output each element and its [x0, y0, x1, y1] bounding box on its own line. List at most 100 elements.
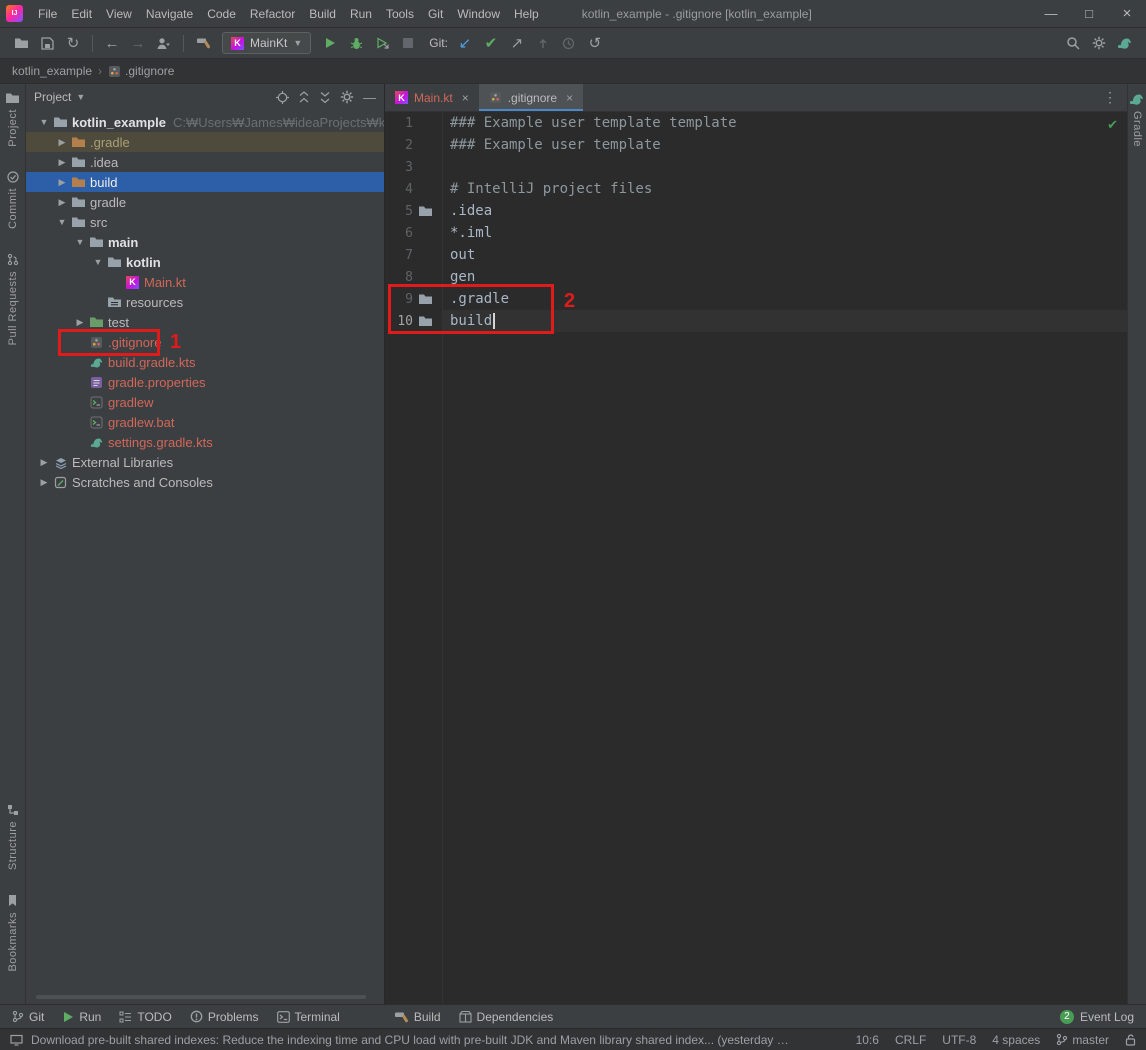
code-line-2[interactable]: ### Example user template [443, 134, 1127, 156]
project-panel-title[interactable]: Project [34, 90, 71, 104]
tool-window-button-git[interactable]: Git [12, 1010, 44, 1024]
tool-window-button-todo[interactable]: TODO [119, 1010, 171, 1024]
save-all-icon[interactable] [34, 31, 60, 55]
expand-arrow-icon[interactable]: ▶ [36, 477, 52, 488]
sync-icon[interactable]: ↻ [60, 31, 86, 55]
tree-row-gradlew[interactable]: gradlew [26, 392, 384, 412]
open-folder-icon[interactable] [8, 31, 34, 55]
tree-row--gitignore[interactable]: .gitignore [26, 332, 384, 352]
breadcrumb-item[interactable]: kotlin_example [12, 64, 92, 78]
code-area[interactable]: ### Example user template template### Ex… [443, 112, 1127, 1004]
close-button[interactable]: × [1108, 0, 1146, 28]
menu-run[interactable]: Run [343, 0, 379, 28]
project-scrollbar[interactable] [36, 995, 366, 999]
expand-arrow-icon[interactable]: ▶ [54, 137, 70, 148]
editor-body[interactable]: 12345678910 ### Example user template te… [385, 112, 1127, 1004]
run-configuration-select[interactable]: K MainKt ▼ [222, 32, 311, 54]
tree-row-main[interactable]: ▼main [26, 232, 384, 252]
tree-row-settings-gradle-kts[interactable]: settings.gradle.kts [26, 432, 384, 452]
update-project-icon[interactable]: ↙ [452, 31, 478, 55]
code-line-8[interactable]: gen [443, 266, 1127, 288]
code-line-7[interactable]: out [443, 244, 1127, 266]
expand-arrow-icon[interactable]: ▶ [72, 317, 88, 328]
tab-close-icon[interactable]: × [462, 91, 469, 105]
expand-arrow-icon[interactable]: ▼ [54, 217, 70, 227]
menu-help[interactable]: Help [507, 0, 546, 28]
rollback-icon[interactable]: ↺ [582, 31, 608, 55]
code-line-10[interactable]: build [443, 310, 1127, 332]
menu-file[interactable]: File [31, 0, 64, 28]
back-icon[interactable]: ← [99, 31, 125, 55]
tree-row-test[interactable]: ▶test [26, 312, 384, 332]
profile-icon[interactable] [151, 31, 177, 55]
run-icon[interactable] [317, 31, 343, 55]
tree-row-external-libraries[interactable]: ▶External Libraries [26, 452, 384, 472]
tab-close-icon[interactable]: × [566, 91, 573, 105]
code-line-9[interactable]: .gradle [443, 288, 1127, 310]
menu-code[interactable]: Code [200, 0, 243, 28]
tool-window-button-problems[interactable]: Problems [190, 1010, 259, 1024]
settings-gear-icon[interactable] [1086, 31, 1112, 55]
inspections-ok-icon[interactable]: ✔ [1107, 117, 1118, 133]
tool-stripe-button-gradle[interactable]: Gradle [1129, 92, 1145, 147]
breadcrumb-item[interactable]: .gitignore [108, 64, 174, 78]
tree-row-scratches-and-consoles[interactable]: ▶Scratches and Consoles [26, 472, 384, 492]
commit-check-icon[interactable]: ✔ [478, 31, 504, 55]
tabs-more-icon[interactable]: ⋮ [1093, 84, 1127, 111]
menu-git[interactable]: Git [421, 0, 450, 28]
hide-panel-icon[interactable]: — [363, 90, 376, 105]
code-line-1[interactable]: ### Example user template template [443, 112, 1127, 134]
status-message[interactable]: Download pre-built shared indexes: Reduc… [31, 1031, 791, 1048]
gradle-icon[interactable] [1112, 31, 1138, 55]
locate-icon[interactable] [276, 91, 289, 104]
expand-all-icon[interactable] [298, 91, 310, 104]
menu-tools[interactable]: Tools [379, 0, 421, 28]
menu-refactor[interactable]: Refactor [243, 0, 302, 28]
history-icon[interactable] [556, 31, 582, 55]
menu-navigate[interactable]: Navigate [139, 0, 200, 28]
collapse-all-icon[interactable] [319, 91, 331, 104]
tree-row-gradle-properties[interactable]: gradle.properties [26, 372, 384, 392]
code-line-6[interactable]: *.iml [443, 222, 1127, 244]
debug-icon[interactable] [343, 31, 369, 55]
minimize-button[interactable]: — [1032, 0, 1070, 28]
indent-setting[interactable]: 4 spaces [992, 1033, 1040, 1047]
hammer-icon[interactable] [190, 31, 216, 55]
tree-row--gradle[interactable]: ▶.gradle [26, 132, 384, 152]
event-log-button[interactable]: 2 Event Log [1060, 1010, 1134, 1024]
menu-edit[interactable]: Edit [64, 0, 99, 28]
coverage-icon[interactable] [369, 31, 395, 55]
tree-row-resources[interactable]: resources [26, 292, 384, 312]
maximize-button[interactable]: □ [1070, 0, 1108, 28]
tree-row-build[interactable]: ▶build [26, 172, 384, 192]
tool-window-button-terminal[interactable]: Terminal [277, 1010, 340, 1024]
expand-arrow-icon[interactable]: ▶ [54, 177, 70, 188]
caret-position[interactable]: 10:6 [856, 1033, 879, 1047]
expand-arrow-icon[interactable]: ▼ [90, 257, 106, 267]
tab--gitignore[interactable]: .gitignore× [479, 84, 583, 111]
tree-row--idea[interactable]: ▶.idea [26, 152, 384, 172]
expand-arrow-icon[interactable]: ▶ [36, 457, 52, 468]
forward-icon[interactable]: → [125, 31, 151, 55]
menu-window[interactable]: Window [450, 0, 507, 28]
unshelve-icon[interactable] [530, 31, 556, 55]
code-line-4[interactable]: # IntelliJ project files [443, 178, 1127, 200]
settings-gear-icon[interactable] [340, 90, 354, 104]
tab-main-kt[interactable]: KMain.kt× [385, 84, 479, 111]
tool-window-button-build[interactable]: Build [394, 1010, 441, 1024]
tool-stripe-button-bookmarks[interactable]: Bookmarks [7, 894, 19, 972]
tree-row-gradle[interactable]: ▶gradle [26, 192, 384, 212]
code-line-5[interactable]: .idea [443, 200, 1127, 222]
tree-row-main-kt[interactable]: KMain.kt [26, 272, 384, 292]
menu-view[interactable]: View [99, 0, 139, 28]
tool-stripe-button-pull-requests[interactable]: Pull Requests [7, 253, 19, 345]
expand-arrow-icon[interactable]: ▶ [54, 157, 70, 168]
code-line-3[interactable] [443, 156, 1127, 178]
tree-row-src[interactable]: ▼src [26, 212, 384, 232]
stop-icon[interactable] [395, 31, 421, 55]
expand-arrow-icon[interactable]: ▼ [72, 237, 88, 247]
expand-arrow-icon[interactable]: ▶ [54, 197, 70, 208]
chevron-down-icon[interactable]: ▼ [76, 92, 85, 102]
push-icon[interactable]: ↗ [504, 31, 530, 55]
line-separator[interactable]: CRLF [895, 1033, 926, 1047]
